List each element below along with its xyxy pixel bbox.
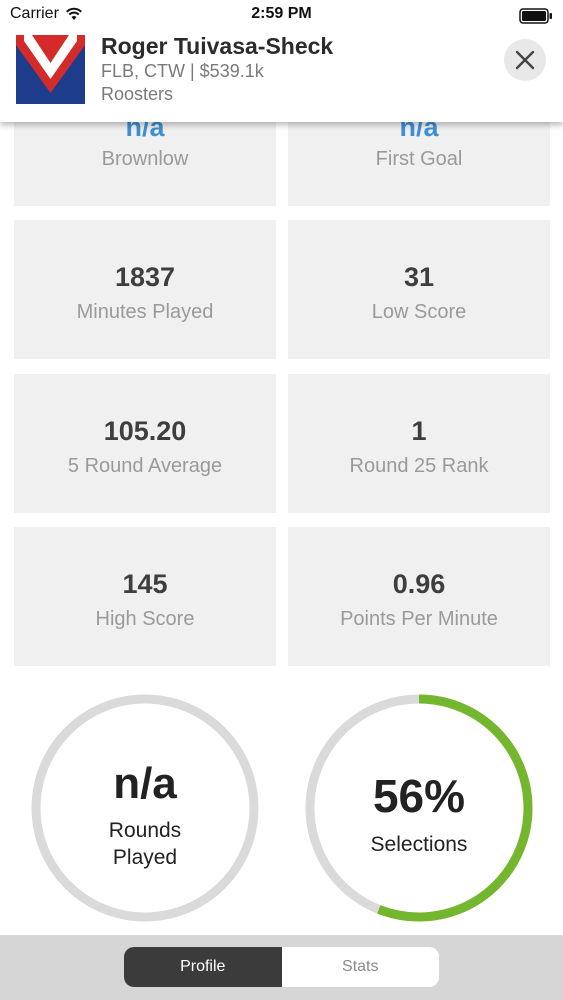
clock: 2:59 PM <box>251 5 312 22</box>
stat-card-low-score: 31 Low Score <box>288 220 550 359</box>
tab-profile[interactable]: Profile <box>124 947 282 987</box>
stat-label: First Goal <box>375 148 463 170</box>
selections-value: 56% <box>372 770 466 822</box>
bottom-tab-bar: Profile Stats <box>0 935 563 1000</box>
stat-value: 1 <box>411 416 427 446</box>
stat-card-5-round-average: 105.20 5 Round Average <box>14 374 276 513</box>
selections-label: Selections <box>370 833 468 856</box>
stat-card-high-score: 145 High Score <box>14 527 276 666</box>
stat-value: 0.96 <box>392 569 446 599</box>
stat-card-round-rank: 1 Round 25 Rank <box>288 374 550 513</box>
stat-value: 1837 <box>114 262 176 292</box>
stat-label: 5 Round Average <box>67 455 223 477</box>
stat-card-minutes-played: 1837 Minutes Played <box>14 220 276 359</box>
status-bar: Carrier 2:59 PM <box>0 0 563 30</box>
close-icon <box>515 50 535 70</box>
player-name: Roger Tuivasa-Sheck <box>101 33 334 59</box>
selections-ring: 56% Selections <box>304 693 534 923</box>
stat-label: Brownlow <box>101 148 189 170</box>
stat-label: Minutes Played <box>76 301 214 323</box>
stat-label: High Score <box>95 608 195 630</box>
rounds-played-ring: n/a Rounds Played <box>30 693 260 923</box>
stats-content[interactable]: n/a Brownlow n/a First Goal 1837 Minutes… <box>0 0 563 935</box>
stat-label: Round 25 Rank <box>349 455 489 477</box>
stat-label: Low Score <box>371 301 467 323</box>
rounds-played-value: n/a <box>113 759 177 808</box>
player-position-price: FLB, CTW | $539.1k <box>101 61 264 81</box>
stat-label: Points Per Minute <box>340 608 498 630</box>
view-switcher: Profile Stats <box>124 947 439 987</box>
rounds-played-label-line1: Rounds <box>108 819 182 842</box>
tab-stats[interactable]: Stats <box>281 947 439 987</box>
close-button[interactable] <box>504 39 546 81</box>
player-header: Roger Tuivasa-Sheck FLB, CTW | $539.1k R… <box>0 30 563 122</box>
stat-value: 105.20 <box>103 416 187 446</box>
stat-value: 145 <box>122 569 168 599</box>
club-logo <box>16 35 85 104</box>
stat-value: 31 <box>403 262 435 292</box>
battery-icon <box>519 8 552 24</box>
player-club: Roosters <box>101 84 174 104</box>
stat-card-points-per-minute: 0.96 Points Per Minute <box>288 527 550 666</box>
rounds-played-label-line2: Played <box>112 846 178 869</box>
